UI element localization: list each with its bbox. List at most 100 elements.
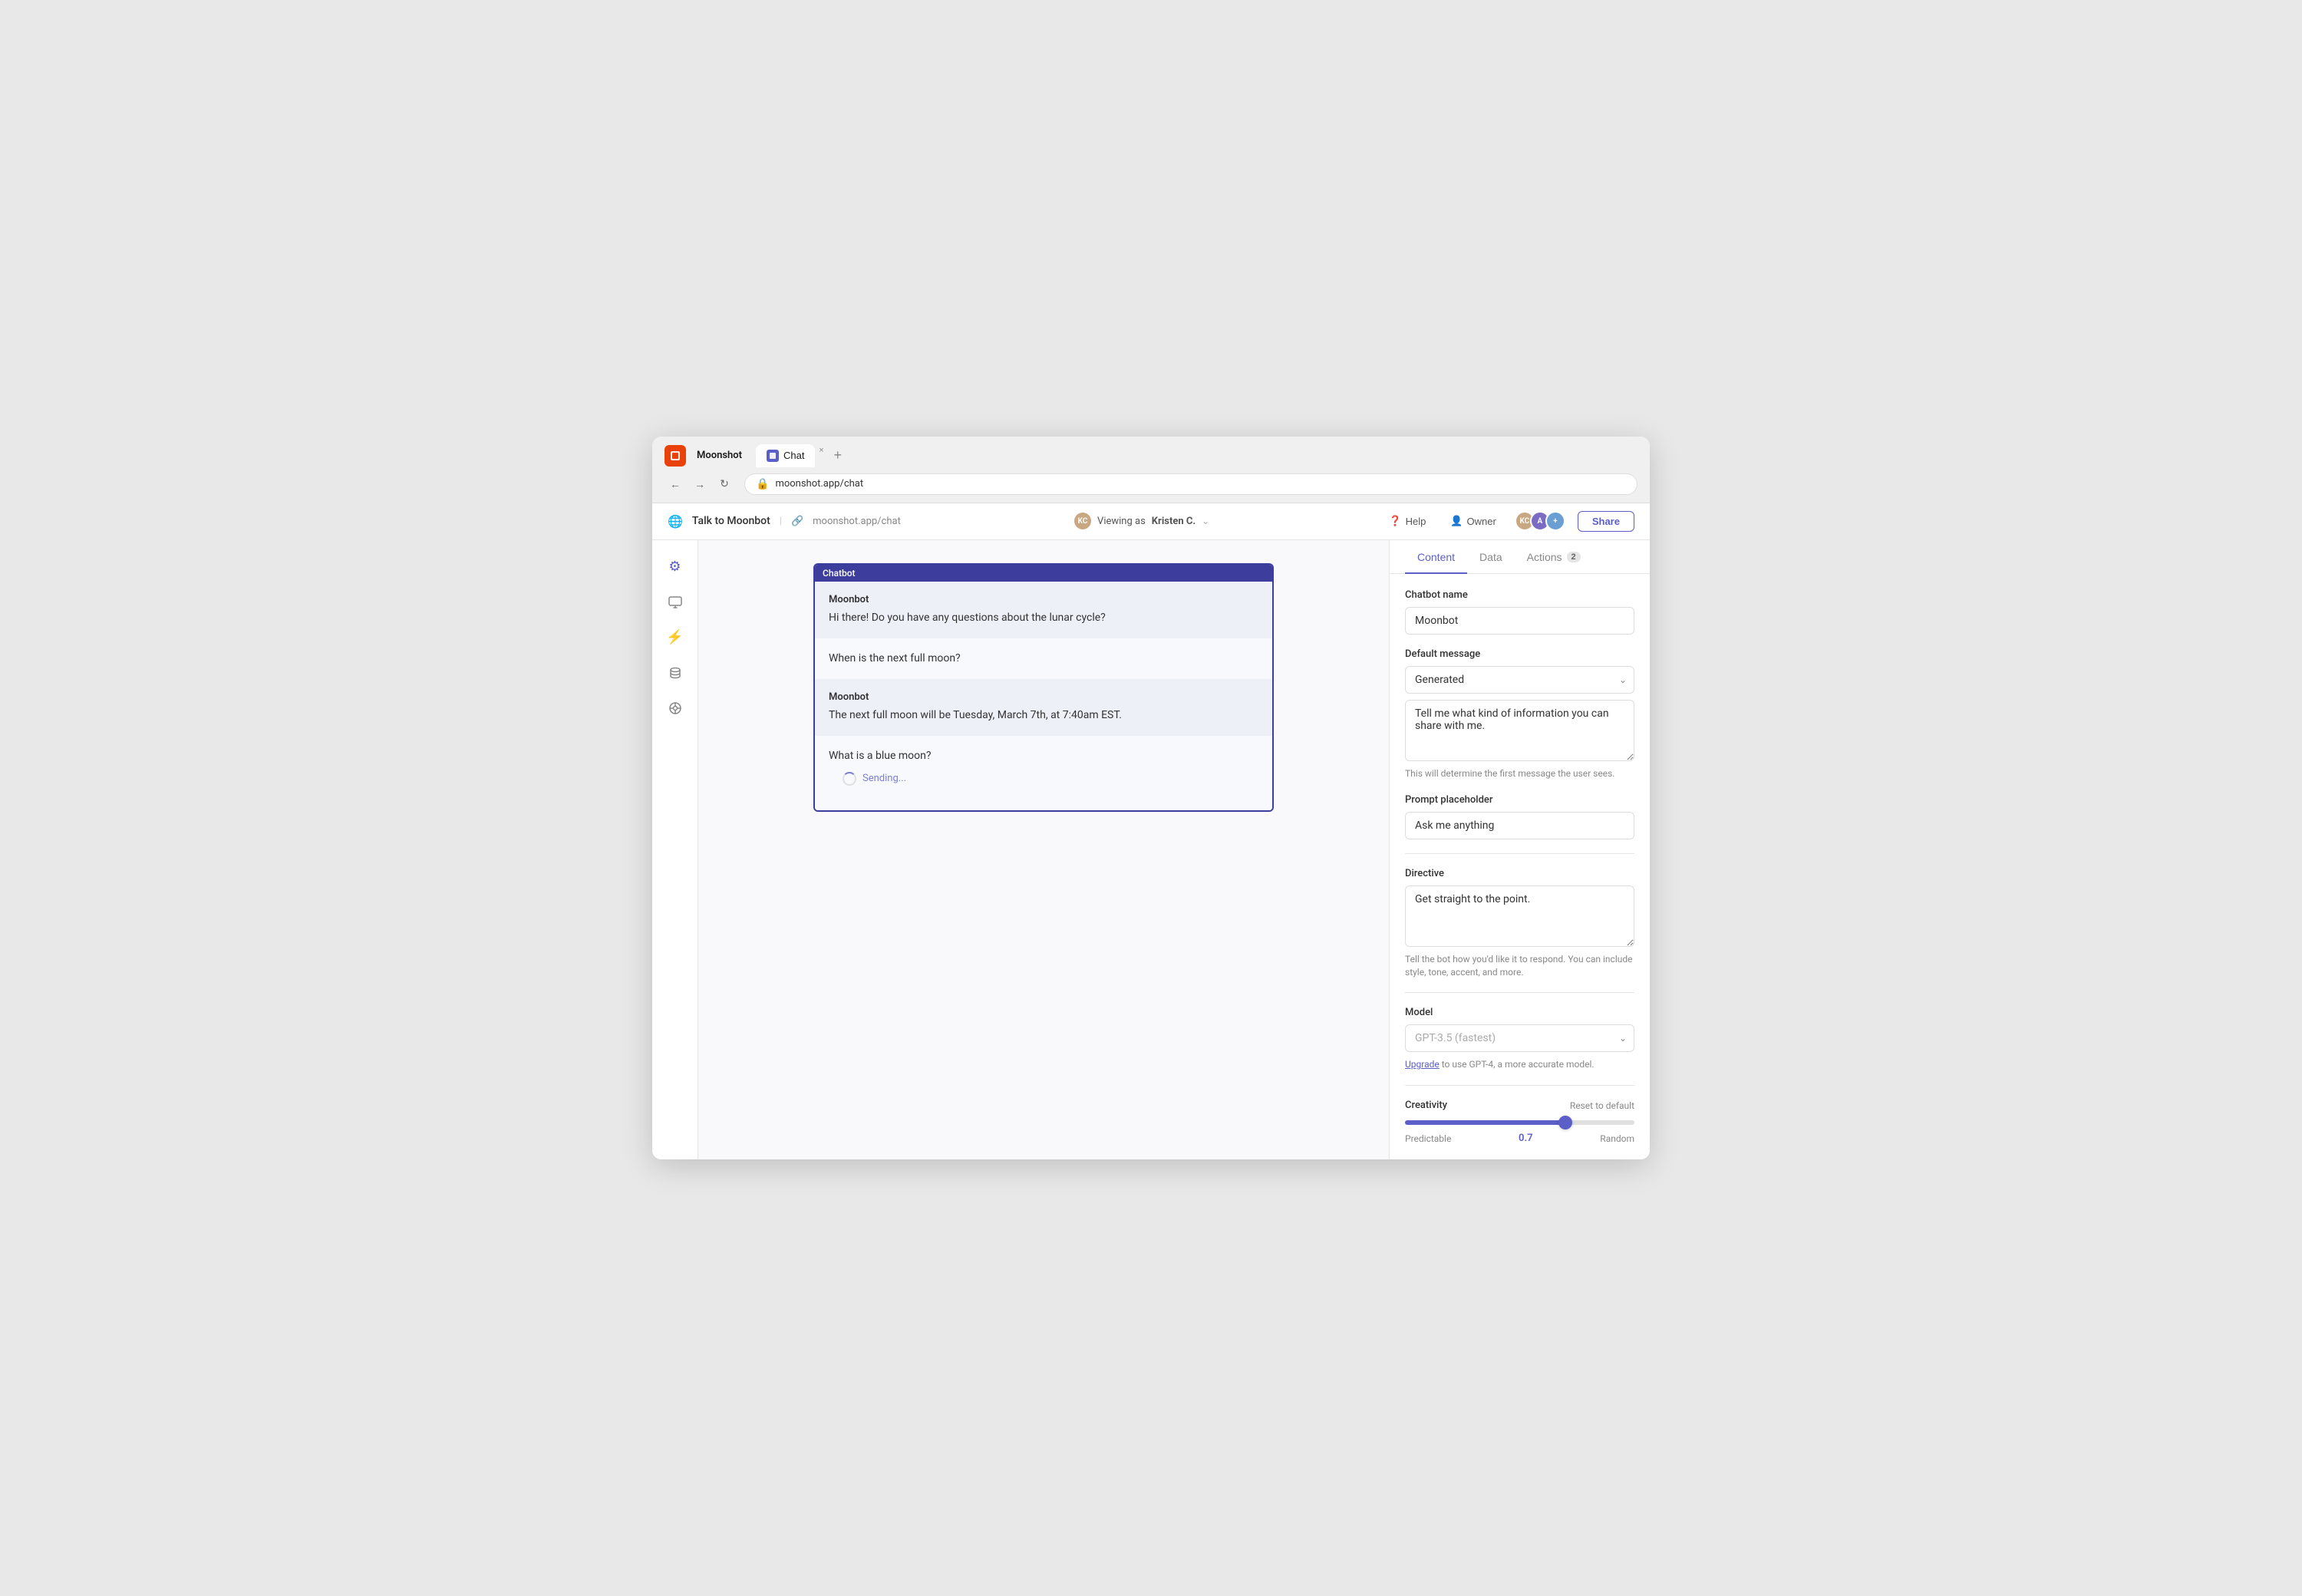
nav-buttons: ← → ↻ [665, 473, 735, 495]
link-icon: 🔗 [791, 516, 803, 527]
directive-hint: Tell the bot how you'd like it to respon… [1405, 953, 1634, 979]
slider-track [1405, 1120, 1634, 1125]
message-text-1: Hi there! Do you have any questions abou… [829, 610, 1258, 626]
lock-icon: 🔒 [756, 478, 769, 490]
panel-tabs: Content Data Actions 2 [1390, 540, 1650, 574]
message-sender-2: Moonbot [829, 691, 1258, 703]
avatar-3: + [1545, 511, 1565, 531]
app-header: 🌐 Talk to Moonbot | 🔗 moonshot.app/chat … [652, 503, 1650, 540]
right-panel: Content Data Actions 2 Chatbot name [1389, 540, 1650, 1159]
address-row: ← → ↻ 🔒 moonshot.app/chat [665, 467, 1637, 503]
chat-message-user-2: What is a blue moon? Sending... [815, 736, 1272, 810]
new-tab-button[interactable]: + [827, 444, 848, 467]
chevron-down-icon[interactable]: ⌄ [1202, 516, 1209, 526]
help-label: Help [1406, 516, 1426, 527]
owner-button[interactable]: 👤 Owner [1444, 512, 1502, 530]
tab-content-label: Content [1417, 551, 1455, 563]
chatbot-name-group: Chatbot name [1405, 589, 1634, 635]
tab-close-button[interactable]: × [815, 444, 827, 457]
prompt-placeholder-label: Prompt placeholder [1405, 794, 1634, 806]
chat-area: Chatbot Moonbot Hi there! Do you have an… [698, 540, 1389, 1159]
share-button[interactable]: Share [1578, 511, 1634, 532]
directive-textarea[interactable]: Get straight to the point. [1405, 885, 1634, 947]
slider-labels: Predictable 0.7 Random [1405, 1133, 1634, 1144]
divider-3 [1405, 1085, 1634, 1086]
tab-content[interactable]: Content [1405, 540, 1467, 574]
viewing-as-user: Kristen C. [1152, 516, 1196, 527]
default-message-select-wrapper: Generated ⌄ [1405, 666, 1634, 694]
tab-actions[interactable]: Actions 2 [1515, 540, 1593, 574]
chatbot-name-input[interactable] [1405, 607, 1634, 635]
creativity-header: Creativity Reset to default [1405, 1100, 1634, 1111]
prompt-placeholder-input[interactable] [1405, 812, 1634, 839]
slider-thumb[interactable] [1558, 1116, 1572, 1129]
divider-2 [1405, 992, 1634, 993]
chatbot-label: Chatbot [815, 565, 1272, 582]
viewing-as-label: Viewing as [1097, 516, 1146, 527]
sidebar-item-integrations[interactable] [661, 694, 690, 723]
header-url: moonshot.app/chat [813, 516, 901, 527]
browser-window: Moonshot Chat × + ← → ↻ [652, 437, 1650, 1159]
user-avatar: KC [1074, 513, 1091, 529]
model-hint: Upgrade to use GPT-4, a more accurate mo… [1405, 1058, 1634, 1071]
owner-icon: 👤 [1450, 515, 1463, 527]
refresh-button[interactable]: ↻ [714, 473, 735, 495]
reset-to-default-link[interactable]: Reset to default [1570, 1100, 1634, 1111]
model-group: Model GPT-3.5 (fastest) ⌄ Upgrade to use… [1405, 1007, 1634, 1071]
default-message-select[interactable]: Generated [1405, 666, 1634, 694]
tab-data-label: Data [1479, 551, 1502, 563]
owner-label: Owner [1467, 516, 1496, 527]
upgrade-link[interactable]: Upgrade [1405, 1059, 1440, 1070]
header-center: KC Viewing as Kristen C. ⌄ [1074, 513, 1209, 529]
header-left: 🌐 Talk to Moonbot | 🔗 moonshot.app/chat [668, 514, 901, 529]
chat-message-user-1: When is the next full moon? [815, 638, 1272, 679]
address-bar[interactable]: 🔒 moonshot.app/chat [744, 473, 1637, 495]
default-message-textarea[interactable]: Tell me what kind of information you can… [1405, 700, 1634, 761]
slider-value: 0.7 [1519, 1133, 1533, 1144]
creativity-group: Creativity Reset to default Predictable … [1405, 1100, 1634, 1144]
tab-data[interactable]: Data [1467, 540, 1515, 574]
sending-row: Sending... [829, 764, 1258, 798]
active-tab[interactable]: Chat [756, 444, 815, 467]
message-text-4: What is a blue moon? [829, 748, 1258, 764]
sending-text: Sending... [862, 773, 906, 784]
tab-actions-label: Actions [1527, 551, 1562, 563]
message-sender-1: Moonbot [829, 594, 1258, 605]
back-button[interactable]: ← [665, 473, 686, 495]
app-title: Moonshot [697, 450, 742, 461]
prompt-placeholder-group: Prompt placeholder [1405, 794, 1634, 839]
sidebar-item-display[interactable] [661, 588, 690, 617]
model-label: Model [1405, 1007, 1634, 1018]
model-select-wrapper: GPT-3.5 (fastest) ⌄ [1405, 1024, 1634, 1052]
address-url: moonshot.app/chat [775, 478, 863, 490]
default-message-label: Default message [1405, 648, 1634, 660]
header-site-title: Talk to Moonbot [692, 515, 770, 527]
default-message-hint: This will determine the first message th… [1405, 767, 1634, 780]
sending-spinner-icon [843, 772, 856, 786]
sidebar-item-data[interactable] [661, 658, 690, 688]
default-message-group: Default message Generated ⌄ Tell me what… [1405, 648, 1634, 780]
directive-label: Directive [1405, 868, 1634, 879]
header-right: ❓ Help 👤 Owner KC A + Share [1383, 511, 1634, 532]
directive-group: Directive Get straight to the point. Tel… [1405, 868, 1634, 979]
globe-icon: 🌐 [668, 514, 683, 529]
creativity-label: Creativity [1405, 1100, 1447, 1111]
help-icon: ❓ [1389, 515, 1401, 527]
sidebar-item-settings[interactable]: ⚙ [661, 552, 690, 582]
tab-bar: Moonshot Chat × + [665, 444, 1637, 467]
panel-content: Chatbot name Default message Generated ⌄… [1390, 574, 1650, 1159]
chat-message-bot-2: Moonbot The next full moon will be Tuesd… [815, 679, 1272, 736]
slider-container: Predictable 0.7 Random [1405, 1117, 1634, 1144]
chat-message-bot-1: Moonbot Hi there! Do you have any questi… [815, 582, 1272, 638]
tab-icon [767, 450, 779, 462]
help-button[interactable]: ❓ Help [1383, 512, 1432, 530]
sidebar-item-actions[interactable]: ⚡ [661, 623, 690, 652]
message-text-3: The next full moon will be Tuesday, Marc… [829, 707, 1258, 724]
avatar-group: KC A + [1515, 511, 1565, 531]
forward-button[interactable]: → [689, 473, 711, 495]
chatbot-name-label: Chatbot name [1405, 589, 1634, 601]
separator: | [780, 516, 782, 527]
model-select[interactable]: GPT-3.5 (fastest) [1405, 1024, 1634, 1052]
browser-chrome: Moonshot Chat × + ← → ↻ [652, 437, 1650, 503]
message-text-2: When is the next full moon? [829, 651, 1258, 667]
